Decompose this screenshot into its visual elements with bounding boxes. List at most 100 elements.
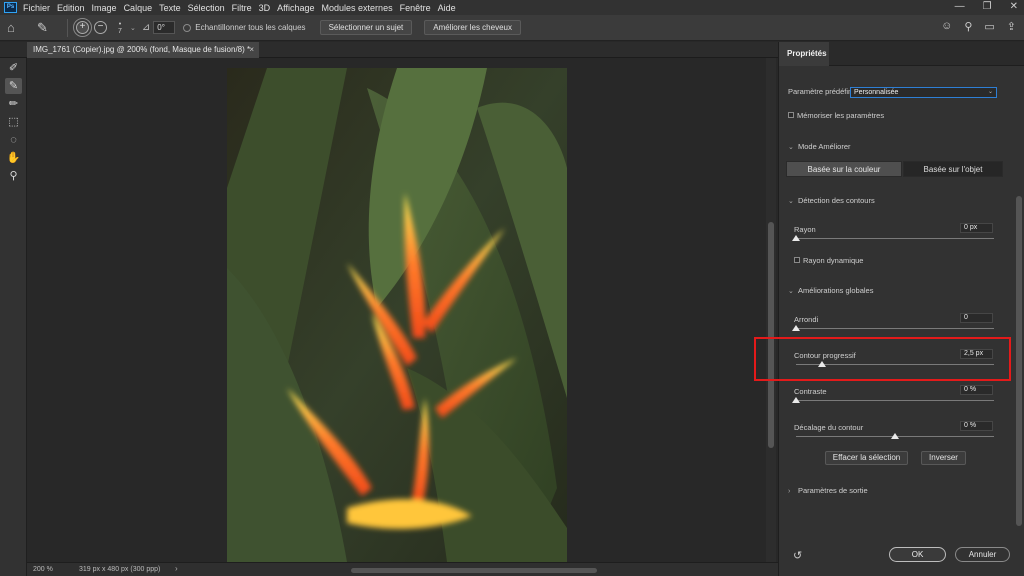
feather-highlight-box — [754, 337, 1011, 381]
section-edge-detection[interactable]: ⌄ Détection des contours — [788, 196, 875, 205]
smooth-input[interactable]: 0 — [960, 313, 993, 323]
canvas-area[interactable] — [27, 58, 778, 562]
contrast-slider-track[interactable] — [796, 400, 994, 401]
menu-aide[interactable]: Aide — [438, 3, 456, 13]
section-global-refinements[interactable]: ⌄ Améliorations globales — [788, 286, 873, 295]
chevron-down-icon: ⌄ — [788, 144, 794, 151]
shift-edge-slider-thumb[interactable] — [891, 433, 899, 439]
panel-scroll-thumb[interactable] — [1016, 196, 1022, 526]
add-to-selection-icon[interactable]: + — [73, 18, 92, 37]
photoshop-logo-icon: Ps — [4, 2, 17, 13]
angle-input[interactable]: 0° — [153, 21, 176, 34]
menu-modules-externes[interactable]: Modules externes — [322, 3, 393, 13]
shift-edge-label: Décalage du contour — [794, 423, 864, 432]
status-bar: 200 % 319 px x 480 px (300 ppp) › — [27, 562, 778, 576]
tools-panel: ✐ ✎ ✏ ⬚ ◌ ✋ ⚲ — [0, 42, 27, 576]
chevron-right-icon: › — [788, 488, 791, 495]
menu-affichage[interactable]: Affichage — [277, 3, 314, 13]
preset-label: Paramètre prédéfini — [788, 87, 854, 96]
section-output-settings[interactable]: › Paramètres de sortie — [788, 486, 868, 495]
quick-selection-tool-icon[interactable]: ✐ — [5, 60, 22, 76]
chevron-down-icon: ⌄ — [987, 89, 993, 95]
status-menu-arrow-icon[interactable]: › — [175, 564, 178, 573]
account-icon[interactable]: ☺ — [941, 20, 952, 33]
subtract-from-selection-icon[interactable]: − — [94, 21, 107, 34]
close-window-icon[interactable]: ✕ — [1010, 1, 1018, 12]
smooth-slider-track[interactable] — [796, 328, 994, 329]
menu-edition[interactable]: Edition — [57, 3, 85, 13]
menu-texte[interactable]: Texte — [159, 3, 181, 13]
workspace-icon[interactable]: ▭ — [984, 20, 994, 33]
menu-calque[interactable]: Calque — [124, 3, 153, 13]
home-icon[interactable]: ⌂ — [7, 20, 29, 35]
options-bar: ⌂ ✎ + − • 7 ⌄ ⊿ 0° Echantillonner tous le… — [0, 15, 1024, 41]
options-right-icons: ☺ ⚲ ▭ ⇪ — [941, 20, 1016, 33]
preset-select[interactable]: Personnalisée ⌄ — [850, 87, 997, 98]
radius-label: Rayon — [794, 225, 816, 234]
brush-tool-icon[interactable]: ✏ — [5, 96, 22, 112]
object-selection-tool-icon[interactable]: ⬚ — [5, 114, 22, 130]
mode-object-button[interactable]: Basée sur l'objet — [903, 161, 1003, 177]
section-title: Améliorations globales — [798, 286, 874, 295]
radius-slider-thumb[interactable] — [792, 235, 800, 241]
refine-hair-button[interactable]: Améliorer les cheveux — [424, 20, 521, 35]
horizontal-scroll-thumb[interactable] — [351, 568, 597, 573]
search-icon[interactable]: ⚲ — [964, 20, 972, 33]
remember-settings-label: Mémoriser les paramètres — [797, 111, 885, 120]
tab-proprietes[interactable]: Propriétés — [779, 42, 829, 66]
radius-input[interactable]: 0 px — [960, 223, 993, 233]
smooth-slider-thumb[interactable] — [792, 325, 800, 331]
canvas-image[interactable] — [227, 68, 567, 562]
contrast-slider-thumb[interactable] — [792, 397, 800, 403]
menu-fichier[interactable]: Fichier — [23, 3, 50, 13]
ok-button[interactable]: OK — [889, 547, 946, 562]
section-title: Mode Améliorer — [798, 142, 851, 151]
share-icon[interactable]: ⇪ — [1007, 20, 1016, 33]
vertical-scroll-thumb[interactable] — [768, 222, 774, 448]
remember-settings-checkbox[interactable] — [788, 112, 794, 118]
cancel-button[interactable]: Annuler — [955, 547, 1010, 562]
clear-selection-button[interactable]: Effacer la sélection — [825, 451, 908, 465]
close-tab-icon[interactable]: × — [249, 42, 254, 58]
angle-icon: ⊿ — [141, 22, 151, 33]
panel-tab-bar: Propriétés — [779, 42, 1024, 66]
document-tab-title: IMG_1761 (Copier).jpg @ 200% (fond, Masq… — [33, 45, 251, 54]
menu-selection[interactable]: Sélection — [188, 3, 225, 13]
menu-bar: Ps Fichier Edition Image Calque Texte Sé… — [0, 0, 1024, 15]
document-tab[interactable]: IMG_1761 (Copier).jpg @ 200% (fond, Masq… — [27, 42, 259, 58]
brush-size-indicator[interactable]: • 7 — [112, 21, 128, 35]
hand-tool-icon[interactable]: ✋ — [5, 150, 22, 166]
chevron-down-icon: ⌄ — [788, 288, 794, 295]
window-controls: — ❐ ✕ — [955, 1, 1018, 12]
refine-edge-brush-tool-icon[interactable]: ✎ — [5, 78, 22, 94]
properties-panel: Propriétés — [778, 42, 1024, 576]
brush-size-chevron-icon[interactable]: ⌄ — [130, 24, 136, 32]
lasso-tool-icon[interactable]: ◌ — [5, 132, 22, 148]
reset-icon[interactable]: ↺ — [793, 549, 802, 562]
canvas-vertical-scrollbar[interactable] — [766, 58, 776, 562]
smooth-label: Arrondi — [794, 315, 819, 324]
invert-button[interactable]: Inverser — [921, 451, 966, 465]
smart-radius-checkbox[interactable] — [794, 257, 800, 263]
mode-color-button[interactable]: Basée sur la couleur — [786, 161, 902, 177]
restore-icon[interactable]: ❐ — [983, 1, 992, 12]
document-tab-bar: IMG_1761 (Copier).jpg @ 200% (fond, Masq… — [0, 42, 778, 58]
contrast-input[interactable]: 0 % — [960, 385, 993, 395]
menu-image[interactable]: Image — [92, 3, 117, 13]
preset-value: Personnalisée — [854, 89, 899, 96]
zoom-tool-icon[interactable]: ⚲ — [5, 168, 22, 184]
select-subject-button[interactable]: Sélectionner un sujet — [319, 20, 413, 35]
panel-scrollbar[interactable] — [1016, 72, 1022, 552]
menu-3d[interactable]: 3D — [259, 3, 271, 13]
refine-brush-icon[interactable]: ✎ — [37, 20, 59, 36]
smart-radius-label: Rayon dynamique — [803, 256, 864, 265]
menu-filtre[interactable]: Filtre — [232, 3, 252, 13]
brush-size-value: 7 — [118, 27, 122, 35]
zoom-level[interactable]: 200 % — [33, 566, 53, 573]
radius-slider-track[interactable] — [796, 238, 994, 239]
minimize-icon[interactable]: — — [955, 1, 965, 12]
menu-fenetre[interactable]: Fenêtre — [400, 3, 431, 13]
section-mode-ameliorer[interactable]: ⌄ Mode Améliorer — [788, 142, 851, 151]
shift-edge-input[interactable]: 0 % — [960, 421, 993, 431]
sample-all-layers-checkbox[interactable] — [183, 23, 192, 32]
